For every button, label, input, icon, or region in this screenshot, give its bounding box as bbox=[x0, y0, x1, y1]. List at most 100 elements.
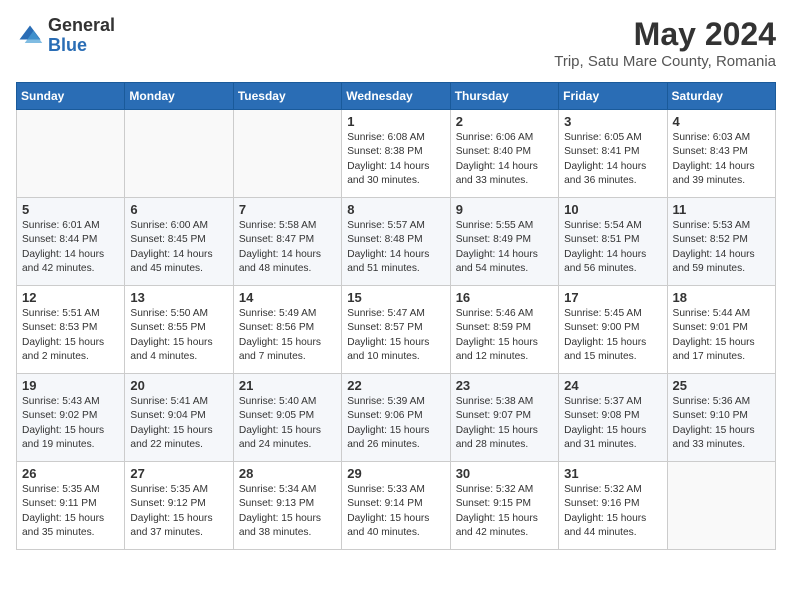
day-number: 18 bbox=[673, 290, 770, 305]
logo: General Blue bbox=[16, 16, 115, 56]
header-cell-saturday: Saturday bbox=[667, 83, 775, 110]
calendar-cell: 16Sunrise: 5:46 AM Sunset: 8:59 PM Dayli… bbox=[450, 286, 558, 374]
day-number: 12 bbox=[22, 290, 119, 305]
day-detail: Sunrise: 5:40 AM Sunset: 9:05 PM Dayligh… bbox=[239, 395, 336, 452]
calendar-cell: 13 Sunrise: 5:50 AM Sunset: 8:55 PM Dayli… bbox=[125, 286, 233, 374]
day-detail: Sunrise: 5:58 AM Sunset: 8:47 PM Dayligh… bbox=[239, 219, 336, 276]
day-number: 8 bbox=[347, 202, 444, 217]
day-detail: Sunrise: 5:35 AM Sunset: 9:12 PM Dayligh… bbox=[130, 483, 227, 540]
day-detail: Sunrise: 5:44 AM Sunset: 9:01 PM Dayligh… bbox=[673, 307, 770, 364]
calendar-cell: 14 Sunrise: 5:49 AM Sunset: 8:56 PM Dayli… bbox=[233, 286, 341, 374]
calendar-cell: 28Sunrise: 5:34 AM Sunset: 9:13 PM Dayli… bbox=[233, 462, 341, 550]
calendar-cell: 25 Sunrise: 5:36 AM Sunset: 9:10 PM Dayli… bbox=[667, 374, 775, 462]
day-detail: Sunrise: 6:05 AM Sunset: 8:41 PM Dayligh… bbox=[564, 131, 661, 188]
calendar-cell: 11 Sunrise: 5:53 AM Sunset: 8:52 PM Dayli… bbox=[667, 198, 775, 286]
header-cell-thursday: Thursday bbox=[450, 83, 558, 110]
day-detail: Sunrise: 5:53 AM Sunset: 8:52 PM Dayligh… bbox=[673, 219, 770, 276]
day-number: 31 bbox=[564, 466, 661, 481]
day-number: 23 bbox=[456, 378, 553, 393]
header-cell-monday: Monday bbox=[125, 83, 233, 110]
calendar-cell: 3 Sunrise: 6:05 AM Sunset: 8:41 PM Daylig… bbox=[559, 110, 667, 198]
header-cell-wednesday: Wednesday bbox=[342, 83, 450, 110]
month-title: May 2024 bbox=[554, 16, 776, 53]
calendar-cell bbox=[233, 110, 341, 198]
day-detail: Sunrise: 5:36 AM Sunset: 9:10 PM Dayligh… bbox=[673, 395, 770, 452]
calendar-body: 1 Sunrise: 6:08 AM Sunset: 8:38 PM Daylig… bbox=[17, 110, 776, 550]
day-detail: Sunrise: 5:55 AM Sunset: 8:49 PM Dayligh… bbox=[456, 219, 553, 276]
page-header: General Blue May 2024 Trip, Satu Mare Co… bbox=[16, 16, 776, 70]
header-cell-tuesday: Tuesday bbox=[233, 83, 341, 110]
day-number: 16 bbox=[456, 290, 553, 305]
logo-general: General bbox=[48, 16, 115, 36]
day-number: 25 bbox=[673, 378, 770, 393]
day-detail: Sunrise: 5:47 AM Sunset: 8:57 PM Dayligh… bbox=[347, 307, 444, 364]
day-number: 24 bbox=[564, 378, 661, 393]
day-detail: Sunrise: 5:39 AM Sunset: 9:06 PM Dayligh… bbox=[347, 395, 444, 452]
day-number: 14 bbox=[239, 290, 336, 305]
day-number: 10 bbox=[564, 202, 661, 217]
calendar-cell: 29 Sunrise: 5:33 AM Sunset: 9:14 PM Dayli… bbox=[342, 462, 450, 550]
calendar-cell: 21 Sunrise: 5:40 AM Sunset: 9:05 PM Dayli… bbox=[233, 374, 341, 462]
day-number: 1 bbox=[347, 114, 444, 129]
day-detail: Sunrise: 5:41 AM Sunset: 9:04 PM Dayligh… bbox=[130, 395, 227, 452]
calendar-week-2: 12Sunrise: 5:51 AM Sunset: 8:53 PM Dayli… bbox=[17, 286, 776, 374]
day-detail: Sunrise: 5:32 AM Sunset: 9:15 PM Dayligh… bbox=[456, 483, 553, 540]
calendar-cell: 26 Sunrise: 5:35 AM Sunset: 9:11 PM Dayli… bbox=[17, 462, 125, 550]
day-detail: Sunrise: 5:43 AM Sunset: 9:02 PM Dayligh… bbox=[22, 395, 119, 452]
calendar-cell bbox=[667, 462, 775, 550]
header-row: SundayMondayTuesdayWednesdayThursdayFrid… bbox=[17, 83, 776, 110]
calendar-cell: 22 Sunrise: 5:39 AM Sunset: 9:06 PM Dayli… bbox=[342, 374, 450, 462]
logo-text: General Blue bbox=[48, 16, 115, 56]
calendar-week-1: 5Sunrise: 6:01 AM Sunset: 8:44 PM Daylig… bbox=[17, 198, 776, 286]
day-number: 20 bbox=[130, 378, 227, 393]
calendar-cell: 7 Sunrise: 5:58 AM Sunset: 8:47 PM Daylig… bbox=[233, 198, 341, 286]
calendar-cell bbox=[17, 110, 125, 198]
calendar-cell: 15 Sunrise: 5:47 AM Sunset: 8:57 PM Dayli… bbox=[342, 286, 450, 374]
day-number: 22 bbox=[347, 378, 444, 393]
header-cell-friday: Friday bbox=[559, 83, 667, 110]
day-number: 3 bbox=[564, 114, 661, 129]
calendar-cell: 1 Sunrise: 6:08 AM Sunset: 8:38 PM Daylig… bbox=[342, 110, 450, 198]
header-cell-sunday: Sunday bbox=[17, 83, 125, 110]
day-number: 6 bbox=[130, 202, 227, 217]
day-detail: Sunrise: 5:34 AM Sunset: 9:13 PM Dayligh… bbox=[239, 483, 336, 540]
day-detail: Sunrise: 5:49 AM Sunset: 8:56 PM Dayligh… bbox=[239, 307, 336, 364]
day-number: 19 bbox=[22, 378, 119, 393]
day-detail: Sunrise: 5:37 AM Sunset: 9:08 PM Dayligh… bbox=[564, 395, 661, 452]
calendar-cell: 4Sunrise: 6:03 AM Sunset: 8:43 PM Daylig… bbox=[667, 110, 775, 198]
calendar-cell: 30 Sunrise: 5:32 AM Sunset: 9:15 PM Dayli… bbox=[450, 462, 558, 550]
title-block: May 2024 Trip, Satu Mare County, Romania bbox=[554, 16, 776, 70]
day-detail: Sunrise: 5:54 AM Sunset: 8:51 PM Dayligh… bbox=[564, 219, 661, 276]
day-number: 21 bbox=[239, 378, 336, 393]
logo-blue: Blue bbox=[48, 36, 115, 56]
day-detail: Sunrise: 5:33 AM Sunset: 9:14 PM Dayligh… bbox=[347, 483, 444, 540]
day-number: 29 bbox=[347, 466, 444, 481]
day-number: 7 bbox=[239, 202, 336, 217]
calendar-cell: 17Sunrise: 5:45 AM Sunset: 9:00 PM Dayli… bbox=[559, 286, 667, 374]
calendar-cell: 10 Sunrise: 5:54 AM Sunset: 8:51 PM Dayli… bbox=[559, 198, 667, 286]
calendar-cell: 23Sunrise: 5:38 AM Sunset: 9:07 PM Dayli… bbox=[450, 374, 558, 462]
calendar-cell: 24 Sunrise: 5:37 AM Sunset: 9:08 PM Dayli… bbox=[559, 374, 667, 462]
day-number: 30 bbox=[456, 466, 553, 481]
calendar-cell: 18 Sunrise: 5:44 AM Sunset: 9:01 PM Dayli… bbox=[667, 286, 775, 374]
day-detail: Sunrise: 5:50 AM Sunset: 8:55 PM Dayligh… bbox=[130, 307, 227, 364]
logo-icon bbox=[16, 22, 44, 50]
day-detail: Sunrise: 5:57 AM Sunset: 8:48 PM Dayligh… bbox=[347, 219, 444, 276]
day-number: 2 bbox=[456, 114, 553, 129]
day-detail: Sunrise: 6:03 AM Sunset: 8:43 PM Dayligh… bbox=[673, 131, 770, 188]
calendar-week-3: 19 Sunrise: 5:43 AM Sunset: 9:02 PM Dayli… bbox=[17, 374, 776, 462]
calendar-week-4: 26 Sunrise: 5:35 AM Sunset: 9:11 PM Dayli… bbox=[17, 462, 776, 550]
day-number: 9 bbox=[456, 202, 553, 217]
day-number: 13 bbox=[130, 290, 227, 305]
subtitle: Trip, Satu Mare County, Romania bbox=[554, 53, 776, 70]
day-number: 17 bbox=[564, 290, 661, 305]
day-number: 15 bbox=[347, 290, 444, 305]
day-number: 27 bbox=[130, 466, 227, 481]
day-detail: Sunrise: 6:08 AM Sunset: 8:38 PM Dayligh… bbox=[347, 131, 444, 188]
day-number: 11 bbox=[673, 202, 770, 217]
calendar-cell: 2Sunrise: 6:06 AM Sunset: 8:40 PM Daylig… bbox=[450, 110, 558, 198]
day-detail: Sunrise: 5:35 AM Sunset: 9:11 PM Dayligh… bbox=[22, 483, 119, 540]
calendar-cell: 5Sunrise: 6:01 AM Sunset: 8:44 PM Daylig… bbox=[17, 198, 125, 286]
day-number: 26 bbox=[22, 466, 119, 481]
calendar-cell bbox=[125, 110, 233, 198]
